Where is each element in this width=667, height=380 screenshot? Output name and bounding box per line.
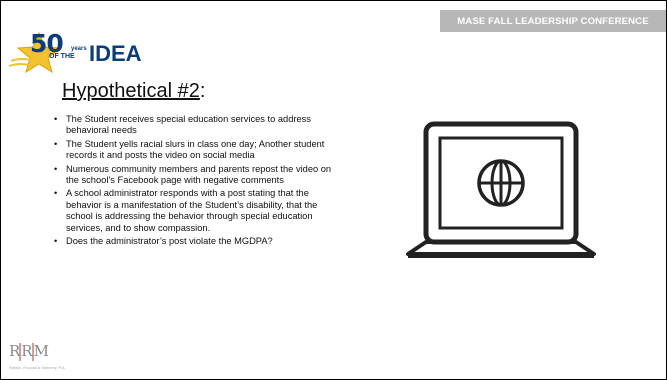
bullet-list: The Student receives special education s… [54,114,344,249]
page-title: Hypothetical #2: [62,80,205,103]
firm-logo-name: Ratwik, Roszak & Maloney, P.A. [9,365,66,370]
logo-of-the: OF THE [49,53,75,60]
slide: MASE FALL LEADERSHIP CONFERENCE 50 years… [0,0,667,380]
list-item: Does the administrator’s post violate th… [54,236,344,248]
list-item: Numerous community members and parents r… [54,164,344,187]
list-item: The Student yells racial slurs in class … [54,139,344,162]
firm-logo-letters: RRM [9,342,50,360]
idea-50-logo: 50 years OF THE IDEA [9,29,149,73]
conference-banner: MASE FALL LEADERSHIP CONFERENCE [440,10,666,32]
list-item: The Student receives special education s… [54,114,344,137]
firm-logo: RRM Ratwik, Roszak & Maloney, P.A. [7,341,66,377]
page-title-colon: : [199,80,206,102]
page-title-text: Hypothetical #2 [62,80,200,102]
laptop-globe-icon [406,121,596,258]
logo-idea: IDEA [89,41,142,66]
logo-years: years [71,46,87,52]
list-item: A school administrator responds with a p… [54,188,344,234]
